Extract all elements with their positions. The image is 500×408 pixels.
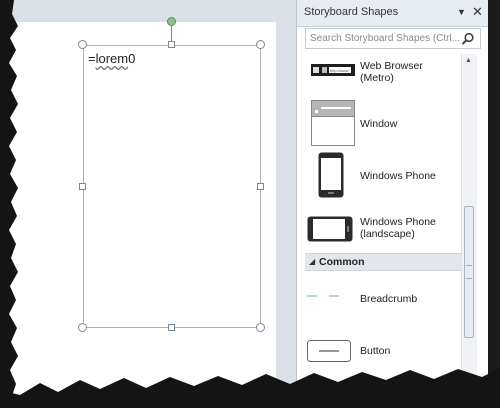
list-item[interactable]: Window bbox=[305, 100, 461, 146]
section-label: Common bbox=[319, 256, 365, 268]
item-label: Windows Phone bbox=[360, 170, 436, 182]
item-label-line1: Web Browser bbox=[360, 60, 423, 72]
item-label: Web Browser (Metro) bbox=[360, 60, 423, 84]
web-browser-thumb-url: http://www bbox=[330, 68, 349, 73]
resize-handle-bottom-right[interactable] bbox=[256, 323, 265, 332]
shadow-strip bbox=[488, 0, 500, 408]
panel-header: Storyboard Shapes ▼ ✕ bbox=[297, 0, 488, 27]
panel-scrollbar[interactable]: ▲ bbox=[461, 54, 477, 408]
list-item[interactable]: Button bbox=[305, 336, 461, 366]
item-label: Button bbox=[360, 345, 391, 357]
shape-text-word: lorem bbox=[95, 51, 129, 66]
shape-text-prefix: = bbox=[88, 51, 96, 66]
scroll-grip bbox=[466, 265, 472, 279]
shapes-list: http://www Web Browser (Metro) Window Wi… bbox=[305, 54, 461, 408]
window-icon bbox=[311, 100, 355, 146]
panel-title: Storyboard Shapes bbox=[304, 6, 399, 18]
canvas-area: =lorem0 bbox=[0, 0, 296, 408]
item-label: Breadcrumb bbox=[360, 293, 418, 305]
item-label: Window bbox=[360, 118, 398, 130]
list-item[interactable]: Windows Phone (landscape) bbox=[305, 208, 461, 250]
resize-handle-left[interactable] bbox=[79, 183, 86, 190]
resize-handle-top-right[interactable] bbox=[256, 40, 265, 49]
list-item[interactable]: Windows Phone bbox=[305, 152, 461, 202]
breadcrumb-icon bbox=[307, 295, 339, 297]
dropdown-arrow-icon[interactable]: ▼ bbox=[457, 7, 466, 17]
rotate-handle[interactable] bbox=[167, 17, 176, 26]
item-label-line1: Windows Phone bbox=[360, 216, 436, 228]
item-label-line2: (Metro) bbox=[360, 72, 394, 84]
search-input[interactable] bbox=[306, 29, 466, 48]
scroll-up-arrow-icon[interactable]: ▲ bbox=[465, 57, 472, 64]
resize-handle-right[interactable] bbox=[257, 183, 264, 190]
resize-handle-bottom-left[interactable] bbox=[78, 323, 87, 332]
list-item[interactable]: http://www Web Browser (Metro) bbox=[305, 54, 461, 96]
close-icon[interactable]: ✕ bbox=[472, 4, 483, 20]
item-label: Windows Phone (landscape) bbox=[360, 216, 436, 240]
search-icon[interactable] bbox=[461, 32, 475, 46]
resize-handle-top-left[interactable] bbox=[78, 40, 87, 49]
item-label-line2: (landscape) bbox=[360, 228, 415, 240]
resize-handle-bottom[interactable] bbox=[168, 324, 175, 331]
screenshot-frame: =lorem0 Storyboard Shapes ▼ ✕ Search Sto… bbox=[0, 0, 500, 408]
web-browser-icon: http://www bbox=[311, 64, 355, 76]
search-box bbox=[305, 28, 481, 49]
text-box-shape[interactable]: =lorem0 bbox=[83, 45, 261, 328]
windows-phone-landscape-icon bbox=[307, 216, 353, 242]
collapse-arrow-icon[interactable]: ◢ bbox=[309, 257, 315, 266]
windows-phone-icon bbox=[318, 152, 344, 198]
list-item[interactable]: Breadcrumb bbox=[305, 280, 461, 320]
shape-text[interactable]: =lorem0 bbox=[88, 51, 135, 66]
shape-text-suffix: 0 bbox=[128, 51, 136, 66]
section-header-common[interactable]: ◢ Common bbox=[305, 253, 461, 271]
scroll-thumb[interactable] bbox=[464, 206, 474, 338]
button-icon bbox=[307, 340, 351, 362]
rotate-handle-line bbox=[171, 25, 172, 41]
storyboard-shapes-panel: Storyboard Shapes ▼ ✕ http://www bbox=[296, 0, 488, 408]
resize-handle-top[interactable] bbox=[168, 41, 175, 48]
